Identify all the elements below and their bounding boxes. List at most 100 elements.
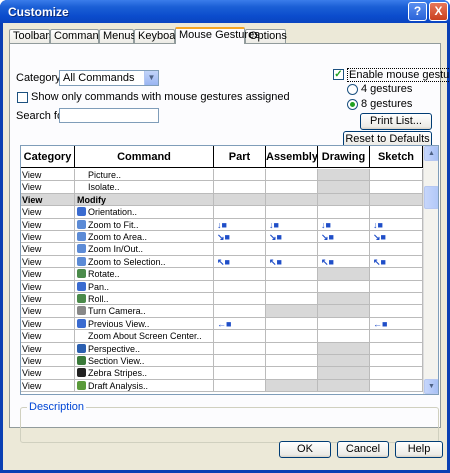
table-row[interactable]: View Picture.. — [21, 169, 423, 182]
table-row[interactable]: View Zoom to Area.. ↘■ ↘■ ↘■ ↘■ — [21, 231, 423, 244]
table-row[interactable]: View Rotate.. — [21, 268, 423, 281]
part-gesture-cell[interactable]: ↓■ — [214, 218, 266, 231]
assembly-gesture-cell[interactable]: ↘■ — [266, 231, 318, 244]
sketch-gesture-cell[interactable] — [370, 379, 423, 393]
tab-menus[interactable]: Menus — [99, 29, 136, 43]
part-gesture-cell[interactable] — [214, 268, 266, 281]
column-header-drawing[interactable]: Drawing — [318, 146, 370, 168]
part-gesture-cell[interactable] — [214, 280, 266, 293]
enable-gestures-checkbox[interactable]: ✓ — [333, 69, 344, 80]
assembly-gesture-cell[interactable] — [266, 169, 318, 182]
sketch-gesture-cell[interactable] — [370, 206, 423, 219]
table-row[interactable]: View Modify — [21, 193, 423, 207]
sketch-gesture-cell[interactable] — [370, 268, 423, 281]
table-row[interactable]: View Turn Camera.. — [21, 305, 423, 318]
tab-toolbars[interactable]: Toolbars — [9, 29, 55, 43]
assembly-gesture-cell[interactable] — [266, 193, 318, 207]
part-gesture-cell[interactable] — [214, 181, 266, 194]
title-bar[interactable]: Customize ? X — [0, 0, 450, 23]
sketch-gesture-cell[interactable] — [370, 367, 423, 380]
table-row[interactable]: View Zoom to Fit.. ↓■ ↓■ ↓■ ↓■ — [21, 218, 423, 231]
part-gesture-cell[interactable]: ↘■ — [214, 231, 266, 244]
sketch-gesture-cell[interactable] — [370, 193, 423, 207]
assembly-gesture-cell[interactable] — [266, 317, 318, 331]
cancel-button[interactable]: Cancel — [337, 441, 389, 458]
drawing-gesture-cell[interactable] — [318, 206, 370, 219]
drawing-gesture-cell[interactable] — [318, 243, 370, 256]
drawing-gesture-cell[interactable] — [318, 317, 370, 331]
part-gesture-cell[interactable] — [214, 330, 266, 343]
sketch-gesture-cell[interactable] — [370, 305, 423, 318]
drawing-gesture-cell[interactable] — [318, 355, 370, 368]
tab-keyboard[interactable]: Keyboard — [134, 29, 185, 43]
part-gesture-cell[interactable] — [214, 305, 266, 318]
help-title-button[interactable]: ? — [408, 2, 427, 21]
column-header-command[interactable]: Command — [75, 146, 214, 168]
category-dropdown[interactable]: All Commands ▼ — [59, 70, 159, 86]
drawing-gesture-cell[interactable] — [318, 193, 370, 207]
tab-commands[interactable]: Commands — [50, 29, 110, 43]
scroll-down-icon[interactable]: ▼ — [424, 379, 438, 394]
table-row[interactable]: View Draft Analysis.. — [21, 379, 423, 393]
drawing-gesture-cell[interactable] — [318, 305, 370, 318]
drawing-gesture-cell[interactable] — [318, 293, 370, 306]
sketch-gesture-cell[interactable]: ←■ — [370, 317, 423, 331]
part-gesture-cell[interactable]: ←■ — [214, 317, 266, 331]
drawing-gesture-cell[interactable] — [318, 330, 370, 343]
search-input[interactable] — [59, 108, 159, 123]
table-row[interactable]: View Pan.. — [21, 280, 423, 293]
sketch-gesture-cell[interactable]: ↘■ — [370, 231, 423, 244]
table-row[interactable]: View Zoom In/Out.. — [21, 243, 423, 256]
column-header-category[interactable]: Category — [21, 146, 75, 168]
drawing-gesture-cell[interactable]: ↓■ — [318, 218, 370, 231]
assembly-gesture-cell[interactable] — [266, 268, 318, 281]
assembly-gesture-cell[interactable] — [266, 243, 318, 256]
drawing-gesture-cell[interactable]: ↘■ — [318, 231, 370, 244]
scroll-up-icon[interactable]: ▲ — [424, 146, 438, 161]
assembly-gesture-cell[interactable] — [266, 293, 318, 306]
print-list-button[interactable]: Print List... — [360, 113, 432, 130]
help-button[interactable]: Help — [395, 441, 443, 458]
eight-gestures-radio[interactable] — [347, 99, 358, 110]
part-gesture-cell[interactable] — [214, 169, 266, 182]
sketch-gesture-cell[interactable] — [370, 243, 423, 256]
part-gesture-cell[interactable] — [214, 206, 266, 219]
table-row[interactable]: View Roll.. — [21, 293, 423, 306]
column-header-part[interactable]: Part — [214, 146, 266, 168]
ok-button[interactable]: OK — [279, 441, 331, 458]
assembly-gesture-cell[interactable] — [266, 206, 318, 219]
sketch-gesture-cell[interactable]: ↖■ — [370, 255, 423, 269]
table-row[interactable]: View Zebra Stripes.. — [21, 367, 423, 380]
table-row[interactable]: View Zoom About Screen Center.. — [21, 330, 423, 343]
part-gesture-cell[interactable] — [214, 367, 266, 380]
drawing-gesture-cell[interactable]: ↖■ — [318, 255, 370, 269]
close-button[interactable]: X — [429, 2, 448, 21]
part-gesture-cell[interactable] — [214, 379, 266, 393]
part-gesture-cell[interactable] — [214, 342, 266, 355]
sketch-gesture-cell[interactable] — [370, 181, 423, 194]
part-gesture-cell[interactable] — [214, 355, 266, 368]
drawing-gesture-cell[interactable] — [318, 169, 370, 182]
assembly-gesture-cell[interactable] — [266, 367, 318, 380]
four-gestures-radio[interactable] — [347, 84, 358, 95]
assembly-gesture-cell[interactable] — [266, 330, 318, 343]
column-header-sketch[interactable]: Sketch — [370, 146, 423, 168]
part-gesture-cell[interactable]: ↖■ — [214, 255, 266, 269]
sketch-gesture-cell[interactable] — [370, 355, 423, 368]
assembly-gesture-cell[interactable] — [266, 280, 318, 293]
assembly-gesture-cell[interactable] — [266, 181, 318, 194]
assembly-gesture-cell[interactable] — [266, 342, 318, 355]
part-gesture-cell[interactable] — [214, 293, 266, 306]
sketch-gesture-cell[interactable] — [370, 293, 423, 306]
sketch-gesture-cell[interactable]: ↓■ — [370, 218, 423, 231]
table-row[interactable]: View Isolate.. — [21, 181, 423, 194]
assembly-gesture-cell[interactable] — [266, 305, 318, 318]
drawing-gesture-cell[interactable] — [318, 268, 370, 281]
show-only-checkbox[interactable] — [17, 92, 28, 103]
table-row[interactable]: View Section View.. — [21, 355, 423, 368]
drawing-gesture-cell[interactable] — [318, 379, 370, 393]
sketch-gesture-cell[interactable] — [370, 280, 423, 293]
drawing-gesture-cell[interactable] — [318, 181, 370, 194]
assembly-gesture-cell[interactable]: ↓■ — [266, 218, 318, 231]
sketch-gesture-cell[interactable] — [370, 169, 423, 182]
